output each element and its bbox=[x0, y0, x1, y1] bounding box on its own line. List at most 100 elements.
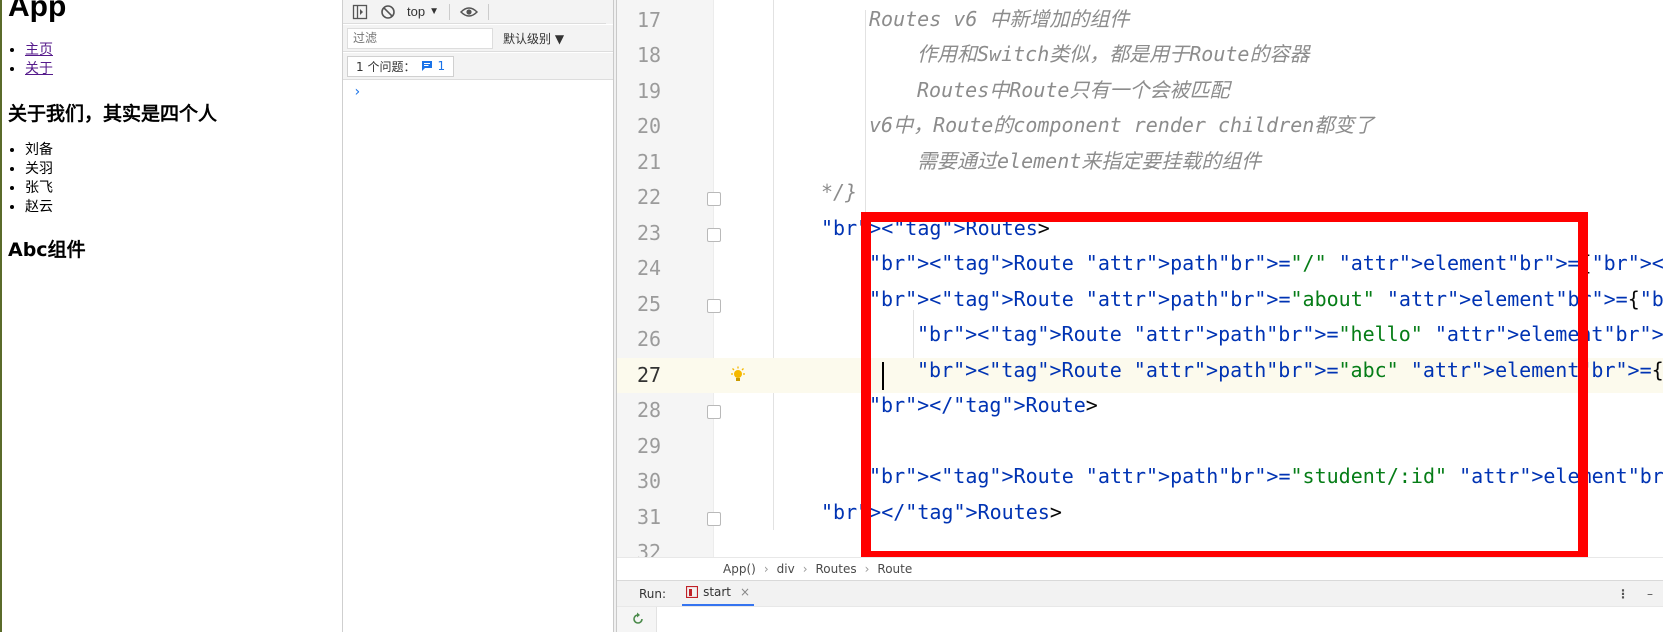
code-line[interactable]: 22 */} bbox=[617, 180, 1663, 215]
line-number: 21 bbox=[637, 150, 662, 174]
line-number: 30 bbox=[637, 469, 662, 493]
code-line-current[interactable]: 27 "br"><"tag">Route "attr">path"br">="a… bbox=[617, 358, 1663, 394]
chevron-right-icon: › bbox=[802, 562, 808, 576]
line-number: 27 bbox=[637, 363, 662, 387]
nav-link-about[interactable]: 关于 bbox=[25, 61, 53, 77]
issues-button[interactable]: 1 个问题： 1 bbox=[347, 55, 455, 77]
about-heading: 关于我们，其实是四个人 bbox=[8, 103, 218, 125]
code-line-text: Routes中Route只有一个会被匹配 bbox=[917, 78, 1230, 102]
code-line[interactable]: 21 需要通过element来指定要挂载的组件 bbox=[617, 145, 1663, 180]
chevron-down-icon: ▼ bbox=[429, 6, 439, 17]
code-line[interactable]: 24 "br"><"tag">Route "attr">path"br">="/… bbox=[617, 251, 1663, 286]
line-number: 23 bbox=[637, 221, 662, 245]
sidebar-toggle-icon[interactable] bbox=[351, 3, 369, 21]
code-line[interactable]: 18 作用和Switch类似，都是用于Route的容器 bbox=[617, 38, 1663, 73]
line-number: 24 bbox=[637, 256, 662, 280]
code-line-text: v6中，Route的component render children都变了 bbox=[869, 113, 1375, 137]
browser-page: App 主页 关于 关于我们，其实是四个人 刘备 关羽 张飞 赵云 Abc组件 bbox=[0, 0, 342, 632]
minimize-icon[interactable]: – bbox=[1647, 587, 1653, 601]
people-list: 刘备 关羽 张飞 赵云 bbox=[25, 141, 53, 217]
console-prompt[interactable]: › bbox=[353, 84, 361, 100]
filter-input[interactable] bbox=[347, 27, 493, 49]
code-line-text: */} bbox=[821, 180, 858, 204]
line-number: 25 bbox=[637, 292, 662, 316]
fold-marker-icon[interactable] bbox=[707, 512, 721, 526]
nav-link-home[interactable]: 主页 bbox=[25, 42, 53, 58]
list-item: 赵云 bbox=[25, 198, 53, 217]
fold-marker-icon[interactable] bbox=[707, 405, 721, 419]
clear-console-icon[interactable] bbox=[379, 3, 397, 21]
code-line[interactable]: 17 Routes v6 中新增加的组件 bbox=[617, 3, 1663, 38]
line-number: 29 bbox=[637, 434, 662, 458]
code-line[interactable]: 26 "br"><"tag">Route "attr">path"br">="h… bbox=[617, 322, 1663, 357]
code-line-text: "br"><"tag">Route "attr">path"br">="hell… bbox=[917, 322, 1663, 346]
line-number: 18 bbox=[637, 43, 662, 67]
lightbulb-icon[interactable] bbox=[729, 366, 747, 384]
code-area[interactable]: 17 Routes v6 中新增加的组件 18 作用和Switch类似，都是用于… bbox=[617, 0, 1663, 564]
run-label: Run: bbox=[639, 586, 667, 601]
code-line-text: "br"><"tag">Routes> bbox=[821, 216, 1050, 240]
issues-label: 1 个问题： bbox=[356, 59, 416, 74]
list-item: 关羽 bbox=[25, 160, 53, 179]
line-number: 20 bbox=[637, 114, 662, 138]
more-options-icon[interactable]: ⋮ bbox=[1617, 587, 1629, 601]
eye-icon[interactable] bbox=[459, 3, 478, 21]
rerun-icon[interactable] bbox=[631, 612, 645, 626]
run-tool-bar: Run: start × ⋮ – bbox=[617, 580, 1663, 607]
code-line-text: "br"><"tag">Route "attr">path"br">="stud… bbox=[869, 464, 1663, 488]
code-editor[interactable]: 17 Routes v6 中新增加的组件 18 作用和Switch类似，都是用于… bbox=[617, 0, 1663, 632]
run-console bbox=[617, 606, 1663, 632]
fold-marker-icon[interactable] bbox=[707, 192, 721, 206]
console-toolbar: top ▼ bbox=[343, 0, 614, 24]
toolbar-divider bbox=[448, 3, 450, 20]
code-line-text: 需要通过element来指定要挂载的组件 bbox=[917, 149, 1262, 173]
line-number: 26 bbox=[637, 327, 662, 351]
breadcrumb-item[interactable]: Route bbox=[877, 562, 912, 576]
npm-icon bbox=[686, 586, 699, 598]
issue-count: 1 bbox=[437, 59, 446, 73]
run-tab-label: start bbox=[703, 585, 732, 599]
code-line[interactable]: 29 bbox=[617, 429, 1663, 464]
breadcrumb-item[interactable]: Routes bbox=[816, 562, 857, 576]
code-line-text: "br"><"tag">Route "attr">path"br">="abou… bbox=[869, 287, 1663, 311]
line-number: 19 bbox=[637, 79, 662, 103]
code-line[interactable]: 20 v6中，Route的component render children都变… bbox=[617, 109, 1663, 144]
close-icon[interactable]: × bbox=[740, 585, 750, 599]
run-tab-start[interactable]: start × bbox=[682, 581, 755, 607]
code-line[interactable]: 28 "br"></"tag">Route> bbox=[617, 393, 1663, 428]
list-item: 刘备 bbox=[25, 141, 53, 160]
code-line-text: "br"></"tag">Route> bbox=[869, 393, 1098, 417]
text-caret bbox=[882, 362, 884, 390]
fold-marker-icon[interactable] bbox=[707, 228, 721, 242]
nav-item-about[interactable]: 关于 bbox=[25, 60, 53, 79]
code-line-text: "br"></"tag">Routes> bbox=[821, 500, 1062, 524]
code-line-text: "br"><"tag">Route "attr">path"br">="/" "… bbox=[869, 251, 1663, 275]
code-line[interactable]: 23 "br"><"tag">Routes> bbox=[617, 216, 1663, 251]
toolbar-divider bbox=[487, 3, 489, 20]
log-levels-dropdown[interactable]: 默认级别 ▼ bbox=[503, 30, 564, 47]
context-label: top bbox=[407, 4, 426, 19]
code-line[interactable]: 30 "br"><"tag">Route "attr">path"br">="s… bbox=[617, 464, 1663, 499]
breadcrumb: App() › div › Routes › Route bbox=[617, 557, 1663, 580]
run-actions-column bbox=[617, 607, 657, 632]
devtools-console: top ▼ 默认级别 ▼ 1 个问题： 1 › bbox=[342, 0, 614, 632]
code-line[interactable]: 19 Routes中Route只有一个会被匹配 bbox=[617, 74, 1663, 109]
breadcrumb-item[interactable]: div bbox=[777, 562, 795, 576]
nav-list: 主页 关于 bbox=[25, 41, 53, 79]
context-selector[interactable]: top ▼ bbox=[407, 4, 439, 19]
abc-heading: Abc组件 bbox=[8, 239, 86, 261]
nav-item-home[interactable]: 主页 bbox=[25, 41, 53, 60]
code-line-text: "br"><"tag">Route "attr">path"br">="abc"… bbox=[917, 358, 1663, 382]
list-item: 张飞 bbox=[25, 179, 53, 198]
issue-badge: 1 bbox=[421, 59, 445, 73]
line-number: 31 bbox=[637, 505, 662, 529]
fold-marker-icon[interactable] bbox=[707, 299, 721, 313]
code-line[interactable]: 31 "br"></"tag">Routes> bbox=[617, 500, 1663, 535]
code-line[interactable]: 25 "br"><"tag">Route "attr">path"br">="a… bbox=[617, 287, 1663, 322]
line-number: 28 bbox=[637, 398, 662, 422]
issues-row: 1 个问题： 1 bbox=[343, 53, 614, 80]
breadcrumb-item[interactable]: App() bbox=[723, 562, 756, 576]
code-line-text: 作用和Switch类似，都是用于Route的容器 bbox=[917, 42, 1310, 66]
line-number: 17 bbox=[637, 8, 662, 32]
code-line-text: Routes v6 中新增加的组件 bbox=[869, 7, 1130, 31]
